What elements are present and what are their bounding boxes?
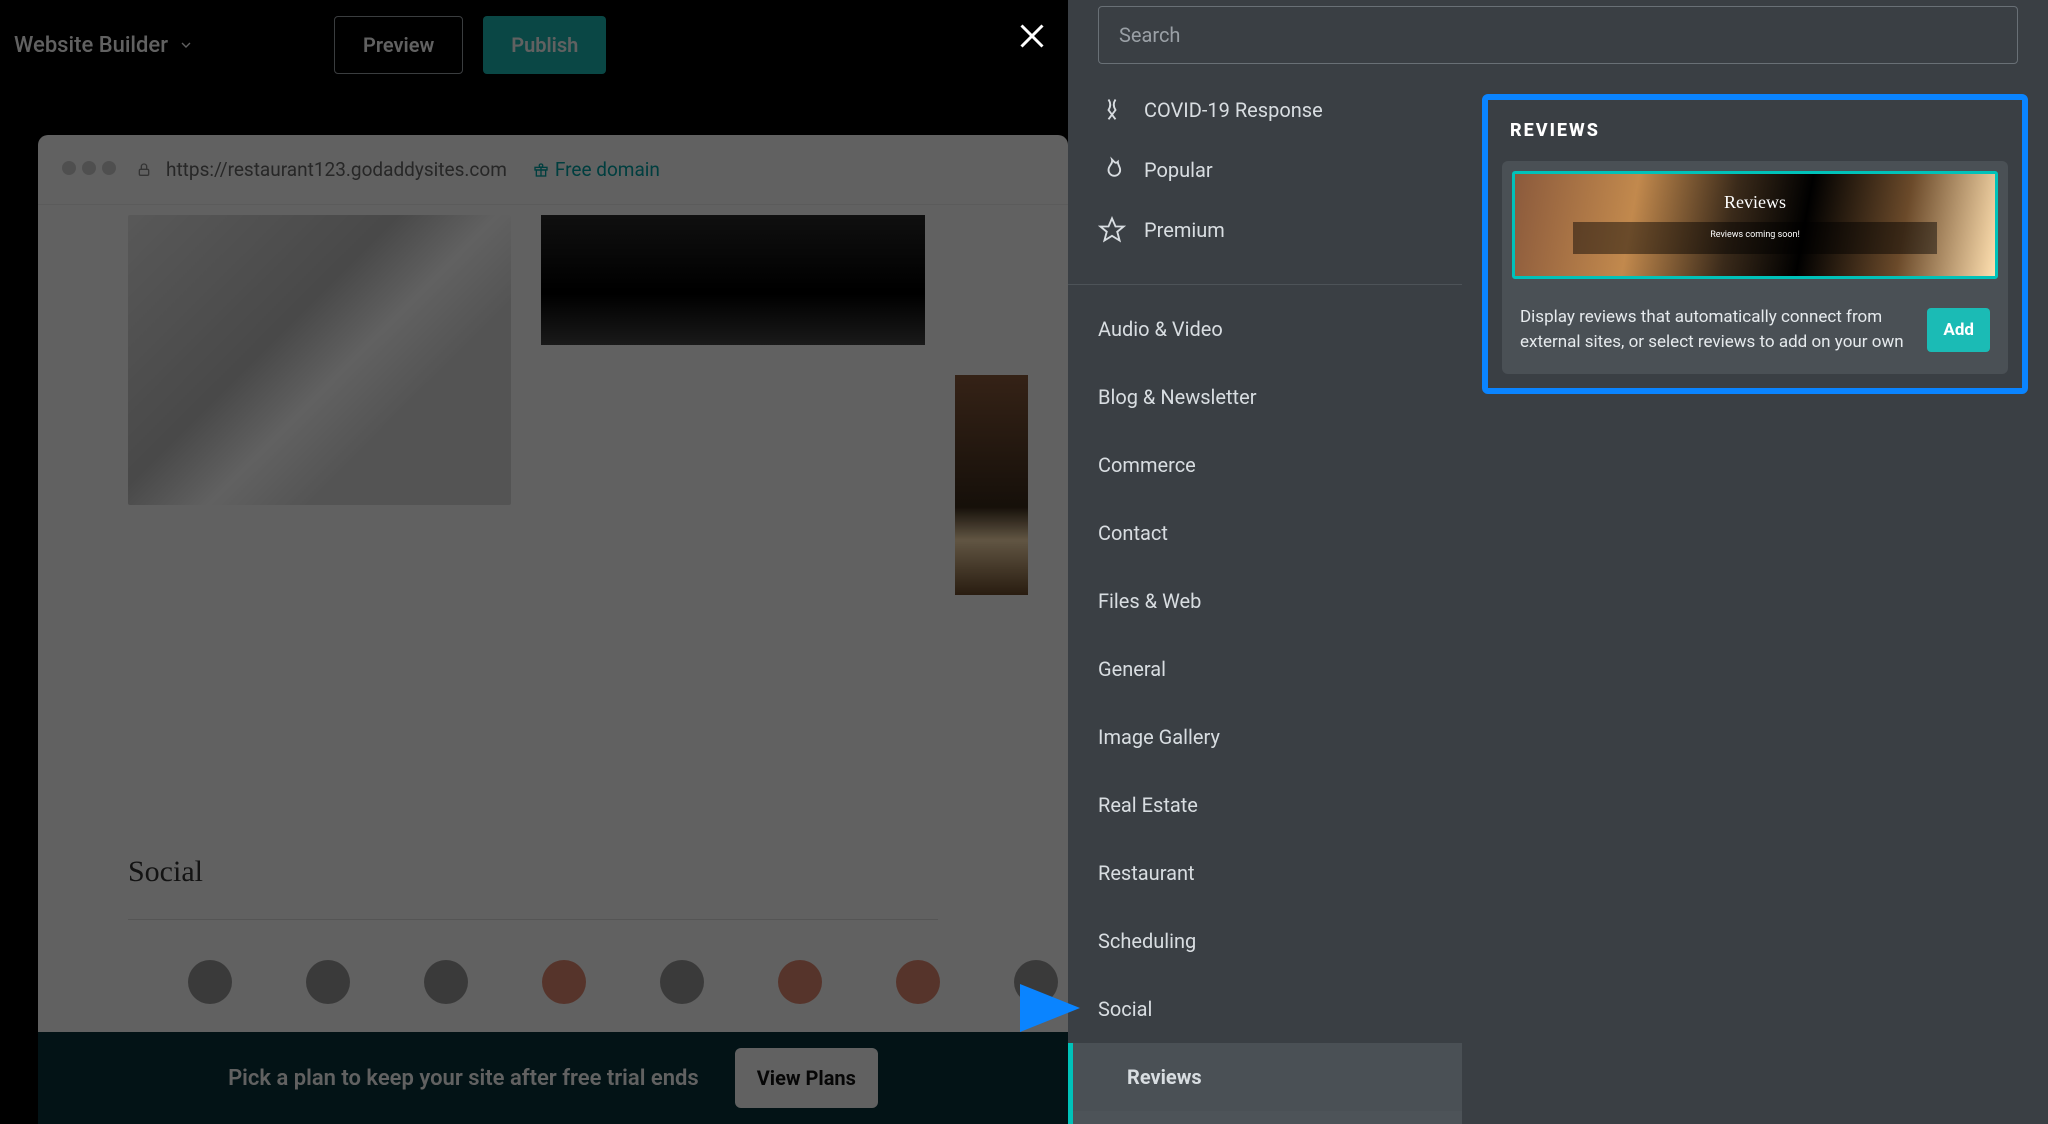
image-gallery-preview (38, 205, 1068, 595)
thumbnail-subtitle: Reviews coming soon! (1515, 230, 1995, 240)
address-bar: https://restaurant123.godaddysites.com F… (38, 135, 1068, 205)
social-icons (188, 960, 1068, 1004)
view-plans-button[interactable]: View Plans (735, 1048, 878, 1108)
category-scheduling[interactable]: Scheduling (1068, 907, 1462, 975)
subcategory-group: Reviews Social (1068, 1043, 1462, 1124)
category-image-gallery[interactable]: Image Gallery (1068, 703, 1462, 771)
category-popular[interactable]: Popular (1068, 140, 1462, 200)
thumbnail-title: Reviews (1515, 192, 1995, 213)
houzz-icon[interactable] (424, 960, 468, 1004)
lock-icon (136, 162, 152, 178)
linkedin-icon[interactable] (660, 960, 704, 1004)
category-contact[interactable]: Contact (1068, 499, 1462, 567)
star-icon (1098, 216, 1126, 244)
divider (1068, 284, 1462, 285)
social-heading: Social (128, 855, 1068, 889)
free-domain-link[interactable]: Free domain (533, 158, 660, 181)
instagram-icon[interactable] (542, 960, 586, 1004)
subcategory-social[interactable]: Social (1073, 1111, 1462, 1124)
social-section: Social (128, 855, 1068, 1004)
top-buttons: Preview Publish (334, 16, 606, 74)
trial-text: Pick a plan to keep your site after free… (228, 1066, 699, 1091)
category-label: Popular (1144, 158, 1213, 182)
twitch-icon[interactable] (1014, 960, 1058, 1004)
category-label: Premium (1144, 218, 1225, 242)
category-commerce[interactable]: Commerce (1068, 431, 1462, 499)
ribbon-icon (1098, 96, 1126, 124)
brand-label: Website Builder (14, 33, 168, 58)
gallery-image (541, 215, 924, 345)
publish-button[interactable]: Publish (483, 16, 606, 74)
facebook-icon[interactable] (306, 960, 350, 1004)
window-dots (62, 160, 122, 179)
add-button[interactable]: Add (1927, 308, 1990, 352)
gallery-image (128, 215, 511, 505)
subcategory-reviews[interactable]: Reviews (1073, 1043, 1462, 1111)
trial-banner: Pick a plan to keep your site after free… (38, 1032, 1068, 1124)
category-list[interactable]: COVID-19 Response Popular Premium Audio … (1068, 72, 1462, 1124)
preview-button[interactable]: Preview (334, 16, 463, 74)
site-preview: https://restaurant123.godaddysites.com F… (38, 135, 1068, 1032)
free-domain-label: Free domain (555, 158, 660, 181)
gift-icon (533, 162, 549, 178)
category-covid[interactable]: COVID-19 Response (1068, 80, 1462, 140)
detail-heading: REVIEWS (1510, 120, 2008, 141)
flame-icon (1098, 156, 1126, 184)
chevron-down-icon (178, 37, 194, 53)
category-social[interactable]: Social (1068, 975, 1462, 1043)
category-real-estate[interactable]: Real Estate (1068, 771, 1462, 839)
gallery-image (955, 375, 1028, 595)
section-description: Display reviews that automatically conne… (1520, 305, 1911, 354)
discord-icon[interactable] (188, 960, 232, 1004)
category-label: COVID-19 Response (1144, 98, 1323, 122)
category-blog-newsletter[interactable]: Blog & Newsletter (1068, 363, 1462, 431)
section-thumbnail[interactable]: Reviews Reviews coming soon! (1512, 171, 1998, 279)
pinterest-icon[interactable] (778, 960, 822, 1004)
preview-url: https://restaurant123.godaddysites.com (166, 158, 507, 181)
search-input[interactable] (1098, 6, 2018, 64)
detail-column: REVIEWS Reviews Reviews coming soon! Dis… (1462, 72, 2048, 1124)
tiktok-icon[interactable] (896, 960, 940, 1004)
section-card: Reviews Reviews coming soon! Display rev… (1502, 161, 2008, 374)
category-general[interactable]: General (1068, 635, 1462, 703)
category-premium[interactable]: Premium (1068, 200, 1462, 260)
annotation-highlight: REVIEWS Reviews Reviews coming soon! Dis… (1482, 94, 2028, 394)
add-section-panel: COVID-19 Response Popular Premium Audio … (1068, 0, 2048, 1124)
category-restaurant[interactable]: Restaurant (1068, 839, 1462, 907)
brand-dropdown[interactable]: Website Builder (14, 33, 194, 58)
category-audio-video[interactable]: Audio & Video (1068, 295, 1462, 363)
close-icon[interactable] (1014, 18, 1050, 54)
category-files-web[interactable]: Files & Web (1068, 567, 1462, 635)
divider (128, 919, 938, 920)
